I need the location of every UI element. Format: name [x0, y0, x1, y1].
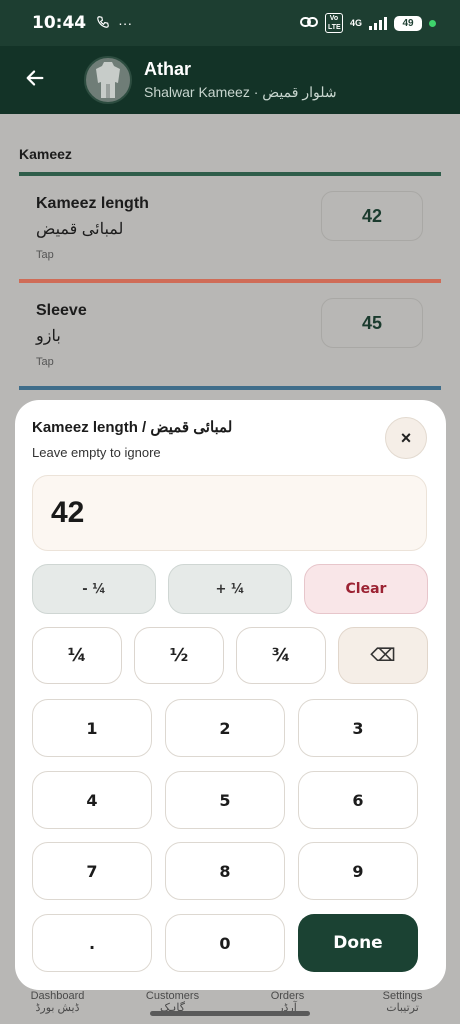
backspace-icon: ⌫	[370, 645, 396, 666]
nav-customers[interactable]: Customers گاہک	[123, 990, 223, 1024]
tap-hint: Tap	[36, 356, 54, 368]
bottom-nav: Dashboard ڈیش بورڈ Customers گاہک Orders آر…	[0, 990, 460, 1024]
clear-button[interactable]: Clear	[304, 564, 428, 614]
battery-icon: 49	[394, 15, 422, 31]
key-2[interactable]: 2	[165, 699, 285, 757]
nav-orders[interactable]: Orders آرڈر	[238, 990, 338, 1024]
row-divider	[19, 279, 441, 283]
link-icon	[299, 16, 318, 31]
network-label: 4G	[349, 18, 362, 28]
three-quarter-button[interactable]: ¾	[236, 627, 326, 684]
value-display[interactable]: 42	[32, 475, 427, 551]
phone-icon	[96, 15, 110, 32]
more-icon: ···	[118, 15, 133, 31]
minus-quarter-button[interactable]: - ¼	[32, 564, 156, 614]
nav-settings[interactable]: Settings ترتیبات	[353, 990, 453, 1024]
key-8[interactable]: 8	[165, 842, 285, 900]
volte-icon: Vo LTE	[324, 13, 343, 33]
key-decimal[interactable]: .	[32, 914, 152, 972]
key-9[interactable]: 9	[298, 842, 418, 900]
signal-icon	[369, 16, 387, 30]
measurement-keypad-sheet: Kameez length / لمبائی قمیض Leave empty …	[15, 400, 446, 990]
close-button[interactable]: ×	[385, 417, 427, 459]
back-arrow-icon[interactable]	[0, 67, 70, 93]
garment-subtitle: Shalwar Kameez · شلوار قمیض	[144, 84, 337, 100]
key-5[interactable]: 5	[165, 771, 285, 829]
nav-dashboard[interactable]: Dashboard ڈیش بورڈ	[8, 990, 108, 1024]
plus-quarter-button[interactable]: + ¼	[168, 564, 292, 614]
avatar	[84, 56, 132, 104]
backspace-button[interactable]: ⌫	[338, 627, 428, 684]
home-indicator[interactable]	[150, 1011, 310, 1016]
row-divider	[19, 386, 441, 390]
status-bar: 10:44 ··· Vo LTE 4G 49	[0, 0, 460, 46]
tap-hint: Tap	[36, 249, 54, 261]
key-4[interactable]: 4	[32, 771, 152, 829]
key-0[interactable]: 0	[165, 914, 285, 972]
key-1[interactable]: 1	[32, 699, 152, 757]
sheet-title: Kameez length / لمبائی قمیض	[32, 419, 233, 436]
key-6[interactable]: 6	[298, 771, 418, 829]
section-title: Kameez	[19, 146, 72, 162]
app-bar: Athar Shalwar Kameez · شلوار قمیض	[0, 46, 460, 114]
key-7[interactable]: 7	[32, 842, 152, 900]
garment-icon	[96, 62, 120, 98]
half-button[interactable]: ½	[134, 627, 224, 684]
measurement-value[interactable]: 45	[321, 298, 423, 348]
customer-name: Athar	[144, 59, 192, 79]
done-button[interactable]: Done	[298, 914, 418, 972]
measurement-value[interactable]: 42	[321, 191, 423, 241]
section-divider	[19, 172, 441, 176]
close-icon: ×	[400, 427, 412, 448]
quarter-button[interactable]: ¼	[32, 627, 122, 684]
sheet-hint: Leave empty to ignore	[32, 445, 161, 460]
key-3[interactable]: 3	[298, 699, 418, 757]
clock: 10:44	[32, 13, 87, 33]
privacy-dot	[429, 19, 436, 27]
